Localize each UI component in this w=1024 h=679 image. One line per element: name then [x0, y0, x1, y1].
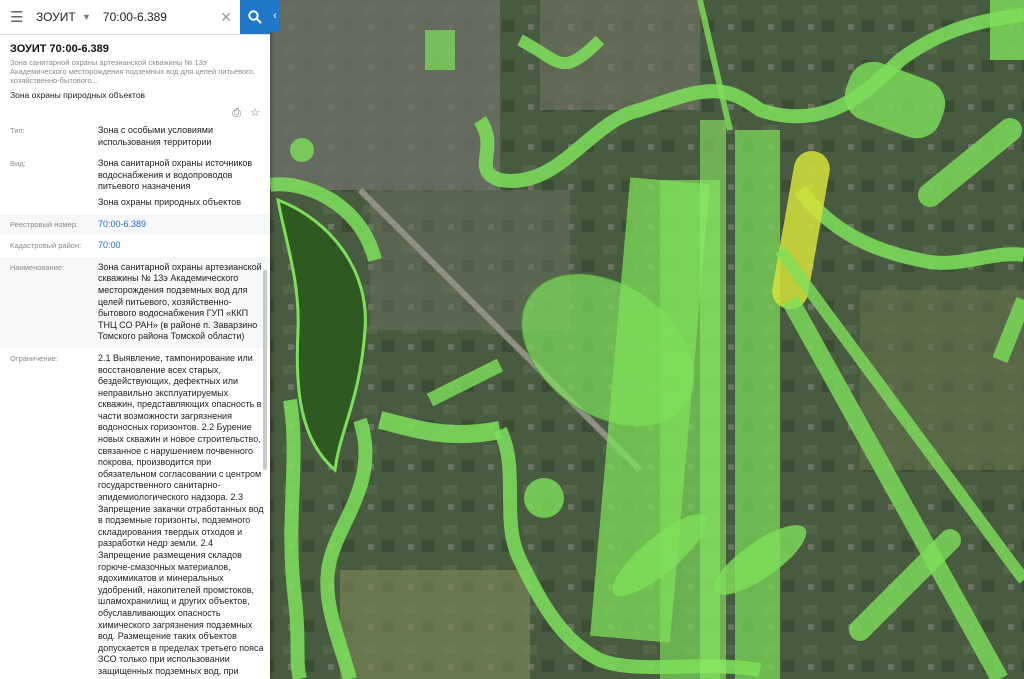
page-title: ЗОУИТ 70:00-6.389: [10, 43, 109, 55]
search-input[interactable]: 70:00-6.389: [103, 10, 220, 24]
field: [340, 570, 530, 679]
collapse-icon[interactable]: ‹: [270, 0, 280, 32]
search-bar: ☰ ЗОУИТ ▼ 70:00-6.389 ✕: [0, 0, 270, 35]
zone-strip[interactable]: [700, 120, 726, 679]
zone-strip[interactable]: [735, 130, 780, 679]
field-label: Наименование:: [10, 262, 65, 272]
registry-number-link[interactable]: 70:00-6.389: [98, 219, 264, 231]
field-row: Ограничение: 2.1 Выявление, тампонирован…: [0, 348, 270, 679]
field-value-line: Зона санитарной охраны источников водосн…: [98, 158, 253, 192]
field-value: Зона с особыми условиями использования т…: [98, 125, 214, 147]
field-row: Наименование: Зона санитарной охраны арт…: [0, 256, 270, 348]
field-row: Реестровый номер: 70:00-6.389: [0, 213, 270, 236]
search-button[interactable]: [240, 0, 270, 34]
field-value: Зона санитарной охраны артезианской сква…: [98, 261, 262, 342]
zone-category: Зона охраны природных объектов: [10, 90, 146, 100]
field-value: 2.1 Выявление, тампонирование или восста…: [98, 352, 264, 679]
cadastral-district-link[interactable]: 70:00: [98, 240, 264, 252]
field-value-line: Зона охраны природных объектов: [98, 196, 242, 207]
scrollbar[interactable]: [263, 270, 267, 470]
field-label: Вид:: [10, 159, 26, 169]
zone-circle[interactable]: [524, 478, 564, 518]
card-tools: ⎙ ☆: [0, 100, 270, 120]
print-icon[interactable]: ⎙: [232, 107, 241, 119]
zone-rect[interactable]: [425, 30, 455, 70]
field-label: Тип:: [10, 126, 25, 135]
info-panel: ☰ ЗОУИТ ▼ 70:00-6.389 ✕ ЗОУИТ 70:00-6.38…: [0, 0, 270, 679]
field-label: Ограничение:: [10, 353, 58, 363]
clear-icon[interactable]: ✕: [220, 9, 232, 26]
field-label: Реестровый номер:: [10, 219, 79, 229]
field: [860, 290, 1024, 470]
zone-circle[interactable]: [290, 138, 314, 162]
search-icon: [248, 10, 262, 24]
chevron-down-icon[interactable]: ▼: [82, 12, 91, 22]
field-row: Кадастровый район: 70:00: [0, 235, 270, 257]
field-value: Зона санитарной охраны источников водосн…: [98, 158, 264, 208]
field-label: Кадастровый район:: [10, 241, 82, 251]
layer-select[interactable]: ЗОУИТ: [36, 10, 80, 24]
menu-icon[interactable]: ☰: [10, 8, 28, 26]
field-row: Тип: Зона с особыми условиями использова…: [0, 120, 270, 153]
card-subtitle: Зона санитарной охраны артезианской сква…: [10, 58, 255, 85]
card-header: ЗОУИТ 70:00-6.389 Зона санитарной охраны…: [0, 35, 270, 100]
zone-rect[interactable]: [990, 0, 1024, 60]
field-row: Вид: Зона санитарной охраны источников в…: [0, 153, 270, 213]
star-icon[interactable]: ☆: [250, 107, 260, 119]
